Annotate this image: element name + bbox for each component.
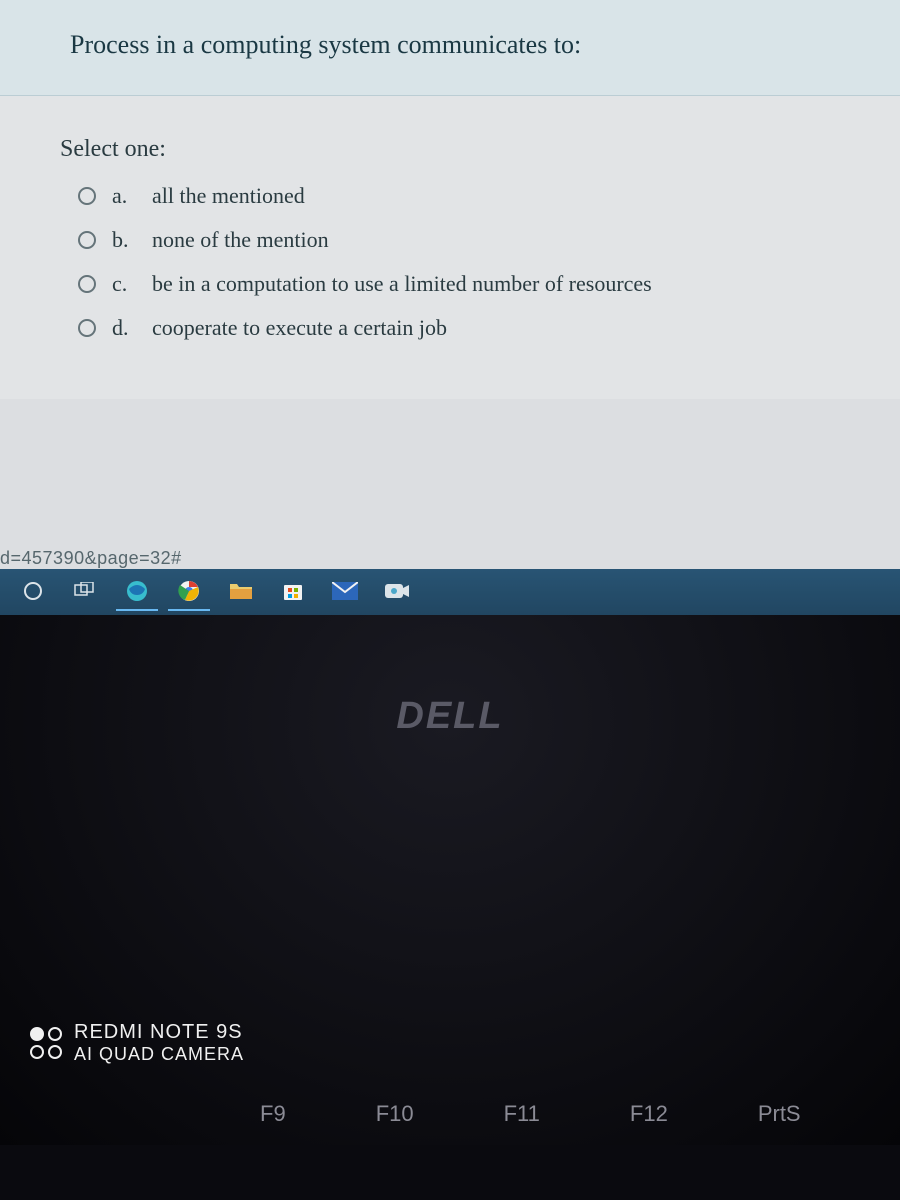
option-b[interactable]: b. none of the mention xyxy=(60,227,840,253)
monitor-bezel: DELL REDMI NOTE 9S AI QUAD CAMERA F9 F10… xyxy=(0,615,900,1145)
answer-area: Select one: a. all the mentioned b. none… xyxy=(0,96,900,399)
screen-area: Process in a computing system communicat… xyxy=(0,0,900,615)
option-text: cooperate to execute a certain job xyxy=(152,315,447,341)
url-fragment: d=457390&page=32# xyxy=(0,548,182,569)
camera-watermark: REDMI NOTE 9S AI QUAD CAMERA xyxy=(30,1021,244,1065)
camera-icon[interactable] xyxy=(376,573,418,611)
cortana-icon[interactable] xyxy=(12,573,54,611)
ms-store-icon[interactable] xyxy=(272,573,314,611)
radio-icon[interactable] xyxy=(78,275,96,293)
file-explorer-icon[interactable] xyxy=(220,573,262,611)
quad-camera-icon xyxy=(30,1027,62,1059)
option-d[interactable]: d. cooperate to execute a certain job xyxy=(60,315,840,341)
option-letter: a. xyxy=(112,183,136,209)
key-f9: F9 xyxy=(260,1101,286,1127)
mail-icon[interactable] xyxy=(324,573,366,611)
dell-logo: DELL xyxy=(396,695,503,738)
edge-icon[interactable] xyxy=(116,573,158,611)
keyboard-fn-keys: F9 F10 F11 F12 PrtS xyxy=(260,1101,801,1127)
question-header: Process in a computing system communicat… xyxy=(0,0,900,96)
key-f11: F11 xyxy=(504,1101,540,1127)
key-prts: PrtS xyxy=(758,1101,801,1127)
chrome-icon[interactable] xyxy=(168,573,210,611)
option-letter: b. xyxy=(112,227,136,253)
option-letter: d. xyxy=(112,315,136,341)
question-prompt: Process in a computing system communicat… xyxy=(70,30,830,60)
key-f12: F12 xyxy=(630,1101,668,1127)
radio-icon[interactable] xyxy=(78,187,96,205)
option-c[interactable]: c. be in a computation to use a limited … xyxy=(60,271,840,297)
watermark-line1: REDMI NOTE 9S xyxy=(74,1021,244,1044)
radio-icon[interactable] xyxy=(78,231,96,249)
key-f10: F10 xyxy=(376,1101,414,1127)
option-text: be in a computation to use a limited num… xyxy=(152,271,652,297)
option-text: none of the mention xyxy=(152,227,329,253)
watermark-line2: AI QUAD CAMERA xyxy=(74,1044,244,1065)
option-text: all the mentioned xyxy=(152,183,305,209)
select-instruction: Select one: xyxy=(60,136,840,163)
radio-icon[interactable] xyxy=(78,319,96,337)
option-letter: c. xyxy=(112,271,136,297)
option-a[interactable]: a. all the mentioned xyxy=(60,183,840,209)
taskbar xyxy=(0,569,900,615)
task-view-icon[interactable] xyxy=(64,573,106,611)
